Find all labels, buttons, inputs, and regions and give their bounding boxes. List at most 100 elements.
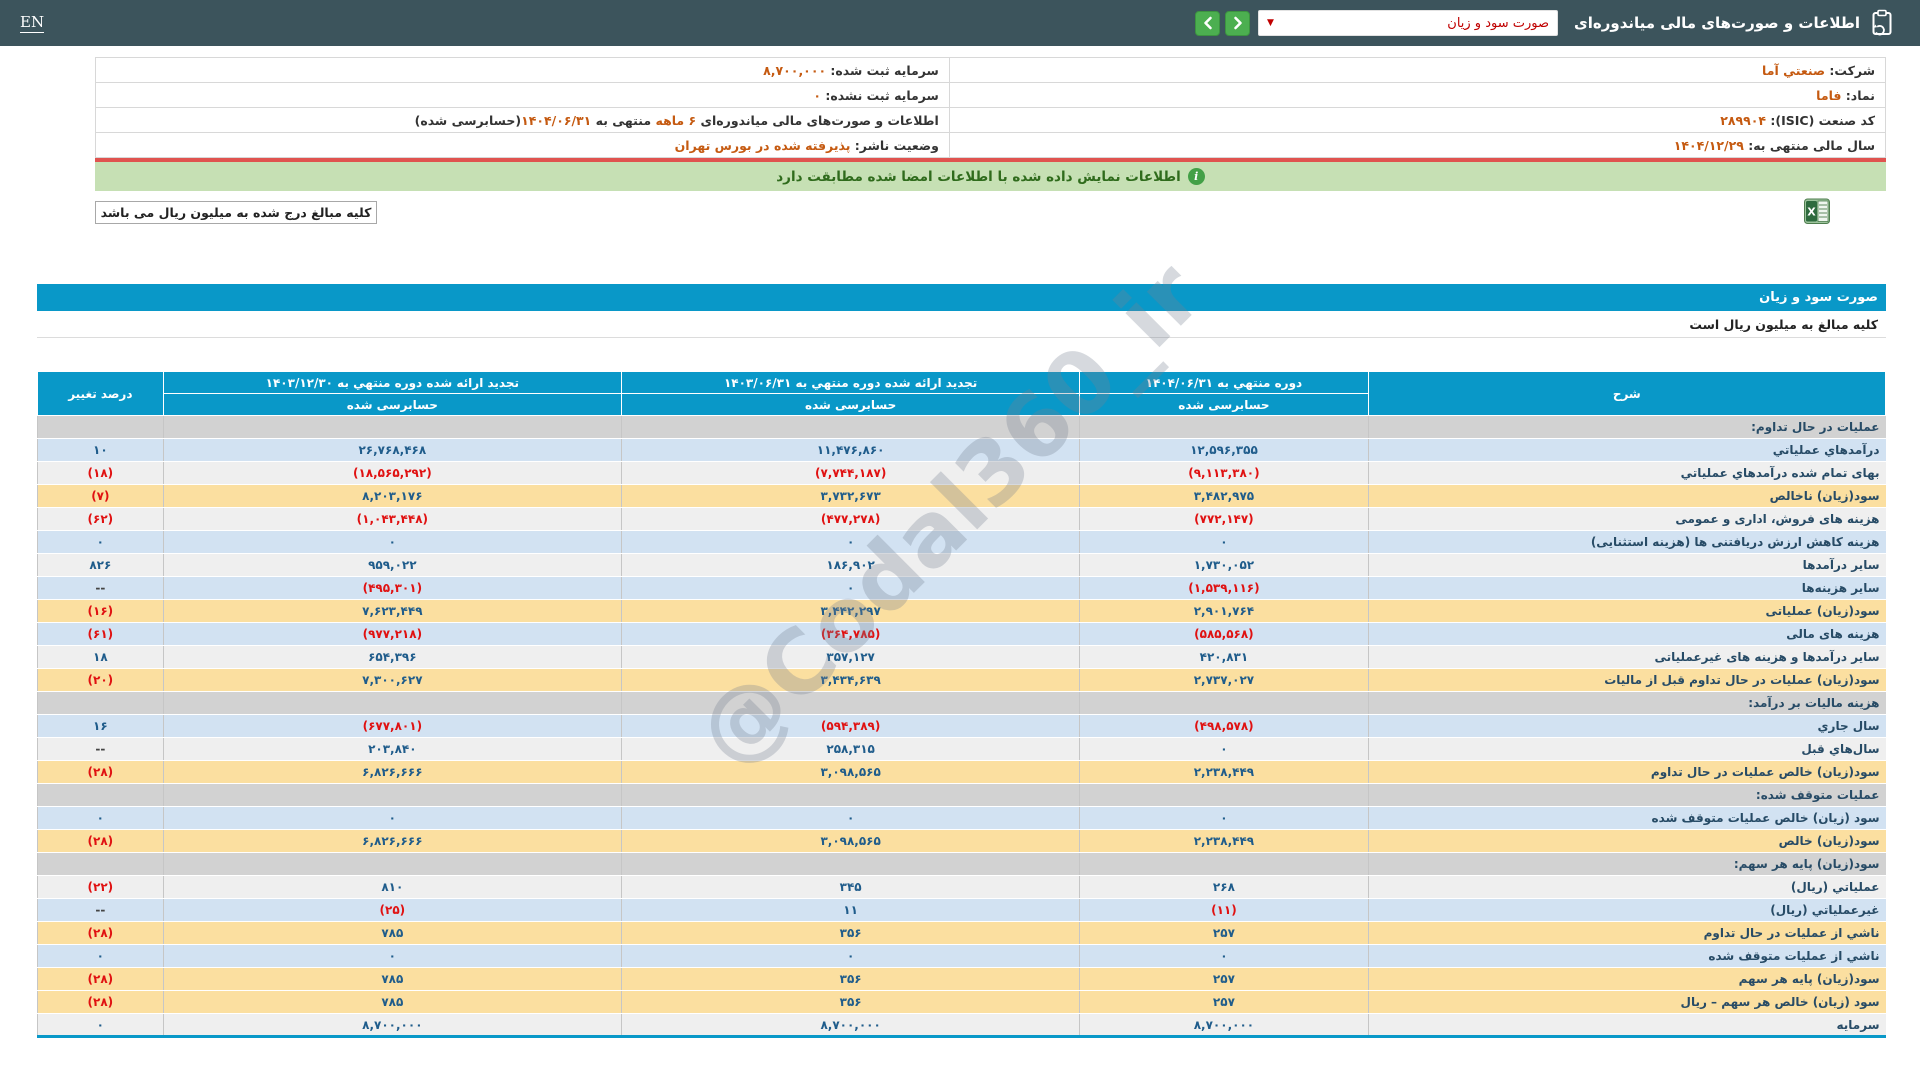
change-pct-cell: (۲۸) [37, 921, 164, 945]
row-description: سال‌هاي قبل [1367, 737, 1886, 761]
language-toggle-en[interactable]: EN [20, 13, 45, 33]
info-value: پذيرفته شده در بورس تهران [674, 137, 851, 153]
value-cell: ۳۵۶ [620, 967, 1080, 991]
table-row: هزینه کاهش ارزش دریافتنی ها (هزینه استثن… [37, 530, 1886, 554]
table-row: سود (زيان) خالص هر سهم – ريال ۲۵۷ ۳۵۶ ۷۸۵ (۲… [37, 990, 1886, 1014]
prev-statement-button[interactable] [1195, 10, 1221, 36]
value-cell: (۴۷۷,۲۷۸) [620, 507, 1080, 531]
value-cell: ۳۴۵ [620, 875, 1080, 899]
change-pct-cell: (۲۸) [37, 760, 164, 784]
value-cell: ۲,۲۳۸,۴۴۹ [1079, 760, 1369, 784]
company-info-cell: کد صنعت (ISIC): ۲۸۹۹۰۴ [948, 107, 1887, 133]
value-cell: (۳۶۴,۷۸۵) [620, 622, 1080, 646]
row-description: بهای تمام شده درآمدهاي عملياتي [1367, 461, 1886, 485]
value-cell: ۲,۹۰۱,۷۶۴ [1079, 599, 1369, 623]
table-row: سود(زيان) عملياتی ۲,۹۰۱,۷۶۴ ۳,۴۴۲,۲۹۷ ۷,۶۲۳… [37, 599, 1886, 623]
row-description: عمليات متوقف شده: [1367, 783, 1886, 807]
next-statement-button[interactable] [1225, 10, 1251, 36]
value-cell: ۲۶۸ [1079, 875, 1369, 899]
value-cell: ۷,۶۲۳,۴۴۹ [162, 599, 622, 623]
info-value: ۱۴۰۴/۱۲/۲۹ [1673, 137, 1744, 153]
change-pct-cell: ۱۰ [37, 438, 164, 462]
change-pct-cell: -- [37, 737, 164, 761]
value-cell: ۲,۷۳۷,۰۲۷ [1079, 668, 1369, 692]
value-cell: (۵۹۴,۳۸۹) [620, 714, 1080, 738]
table-row: هزینه های فروش، اداری و عمومی (۷۷۲,۱۴۷) (۴… [37, 507, 1886, 531]
table-row: ناشي از عمليات متوقف شده ۰ ۰ ۰ ۰ [37, 944, 1886, 968]
value-cell: ۶۵۴,۳۹۶ [162, 645, 622, 669]
change-pct-cell: (۱۶) [37, 599, 164, 623]
info-value: صنعتي آما [1762, 62, 1826, 78]
value-cell: ۳۵۷,۱۲۷ [620, 645, 1080, 669]
company-info-cell: سال مالی منتهی به: ۱۴۰۴/۱۲/۲۹ [948, 132, 1887, 158]
value-cell: ۰ [162, 944, 622, 968]
value-cell [620, 415, 1080, 439]
value-cell [620, 691, 1080, 715]
change-pct-cell: (۲۸) [37, 967, 164, 991]
value-cell: (۱,۰۴۳,۴۴۸) [162, 507, 622, 531]
change-pct-cell: ۰ [37, 806, 164, 830]
table-row: سال جاري (۴۹۸,۵۷۸) (۵۹۴,۳۸۹) (۶۷۷,۸۰۱) ۱۶ [37, 714, 1886, 738]
table-row: سایر درآمدها ۱,۷۳۰,۰۵۲ ۱۸۶,۹۰۲ ۹۵۹,۰۲۲ ۸۲۶ [37, 553, 1886, 577]
change-pct-cell [37, 783, 164, 807]
value-cell: ۰ [1079, 530, 1369, 554]
row-description: هزینه های فروش، اداری و عمومی [1367, 507, 1886, 531]
value-cell: (۱۱) [1079, 898, 1369, 922]
change-pct-cell: ۰ [37, 944, 164, 968]
value-cell: (۶۷۷,۸۰۱) [162, 714, 622, 738]
company-info-row: کد صنعت (ISIC): ۲۸۹۹۰۴ اطلاعات و صورت‌های… [95, 107, 1887, 133]
value-cell: ۰ [620, 944, 1080, 968]
change-pct-cell: (۲۲) [37, 875, 164, 899]
signed-info-banner: i اطلاعات نمایش داده شده با اطلاعات امضا… [95, 162, 1886, 191]
change-pct-cell: ۰ [37, 1013, 164, 1037]
info-label: (حسابرسی شده) [414, 112, 522, 128]
value-cell: (۵۸۵,۵۶۸) [1079, 622, 1369, 646]
change-pct-cell: (۶۱) [37, 622, 164, 646]
value-cell [620, 783, 1080, 807]
info-icon: i [1187, 168, 1205, 185]
info-value: ۶ ماهه [655, 112, 697, 128]
value-cell: ۰ [162, 530, 622, 554]
row-description: عملياتي (ريال) [1367, 875, 1886, 899]
col-header-period-current: دوره منتهي به ۱۴۰۴/۰۶/۳۱ [1079, 371, 1369, 394]
table-row: سرمايه ۸,۷۰۰,۰۰۰ ۸,۷۰۰,۰۰۰ ۸,۷۰۰,۰۰۰ ۰ [37, 1013, 1886, 1037]
table-row: سود(زيان) پايه هر سهم ۲۵۷ ۳۵۶ ۷۸۵ (۲۸) [37, 967, 1886, 991]
value-cell [162, 852, 622, 876]
statement-select-value: صورت سود و زیان [1447, 15, 1550, 31]
change-pct-cell: -- [37, 576, 164, 600]
row-description: سرمايه [1367, 1013, 1886, 1037]
chevron-left-icon [1203, 16, 1212, 30]
row-description: هزینه های مالی [1367, 622, 1886, 646]
info-value: ۰ [813, 87, 821, 103]
excel-export-icon[interactable]: X [1803, 196, 1831, 230]
value-cell: ۱,۷۳۰,۰۵۲ [1079, 553, 1369, 577]
report-clipboard-icon [1870, 9, 1894, 37]
table-row: درآمدهاي عملياتي ۱۲,۵۹۶,۳۵۵ ۱۱,۴۷۶,۸۶۰ ۲۶,۷… [37, 438, 1886, 462]
company-info-cell: نماد: فاما [948, 82, 1887, 108]
change-pct-cell: (۶۲) [37, 507, 164, 531]
value-cell [162, 691, 622, 715]
value-cell: ۰ [1079, 806, 1369, 830]
value-cell [1079, 415, 1369, 439]
income-statement-table: شرح دوره منتهي به ۱۴۰۴/۰۶/۳۱ تجدید ارائه… [37, 371, 1887, 1038]
info-label: اطلاعات و صورت‌های مالی میاندوره‌ای [696, 112, 939, 128]
row-description: ناشي از عمليات متوقف شده [1367, 944, 1886, 968]
statement-title-bar: صورت سود و زیان [37, 284, 1886, 311]
value-cell: ۱۲,۵۹۶,۳۵۵ [1079, 438, 1369, 462]
info-value: ۱۴۰۴/۰۶/۳۱ [521, 112, 592, 128]
value-cell [162, 415, 622, 439]
company-info-cell: وضعیت ناشر: پذيرفته شده در بورس تهران [95, 132, 950, 158]
value-cell: ۰ [620, 530, 1080, 554]
change-pct-cell [37, 691, 164, 715]
table-row: غيرعملياتي (ريال) (۱۱) ۱۱ (۲۵) -- [37, 898, 1886, 922]
value-cell: ۱۱,۴۷۶,۸۶۰ [620, 438, 1080, 462]
row-description: هزينه ماليات بر درآمد: [1367, 691, 1886, 715]
value-cell: ۹۵۹,۰۲۲ [162, 553, 622, 577]
value-cell: ۷۸۵ [162, 990, 622, 1014]
company-info-row: سال مالی منتهی به: ۱۴۰۴/۱۲/۲۹ وضعیت ناشر:… [95, 132, 1887, 158]
statement-select[interactable]: صورت سود و زیان ▼ [1258, 10, 1559, 36]
value-cell: ۰ [162, 806, 622, 830]
value-cell: ۲۵۷ [1079, 967, 1369, 991]
col-header-period-restated-annual: تجدید ارائه شده دوره منتهي به ۱۴۰۳/۱۲/۳۰ [162, 371, 622, 394]
row-description: سود(زيان) خالص [1367, 829, 1886, 853]
